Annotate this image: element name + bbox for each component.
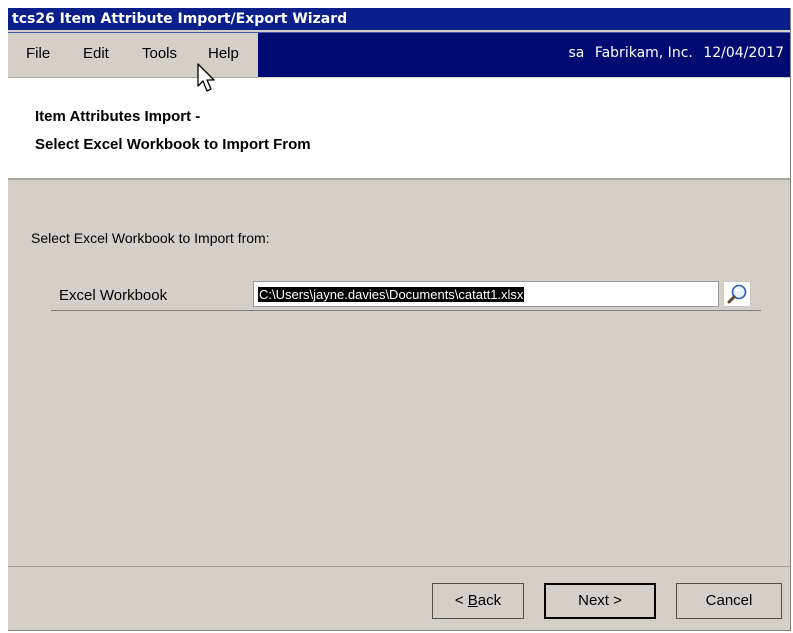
window-title: tcs26 Item Attribute Import/Export Wizar… [8, 8, 790, 30]
company-name: Fabrikam, Inc. [594, 45, 693, 61]
lookup-button[interactable] [723, 281, 751, 307]
menu-edit[interactable]: Edit [83, 45, 109, 62]
wizard-window: tcs26 Item Attribute Import/Export Wizar… [8, 8, 791, 631]
user-name: sa [568, 45, 585, 61]
menu-tools[interactable]: Tools [142, 45, 177, 62]
back-button-mnemonic: B [467, 592, 478, 609]
header-title-line1: Item Attributes Import - [35, 108, 201, 125]
excel-workbook-row: Excel Workbook C:\Users\jayne.davies\Doc… [51, 280, 761, 311]
menu-help[interactable]: Help [208, 45, 239, 62]
menu-group: File Edit Tools Help [8, 33, 258, 78]
header-title-line2: Select Excel Workbook to Import From [35, 136, 311, 153]
excel-workbook-value: C:\Users\jayne.davies\Documents\catatt1.… [258, 287, 525, 302]
select-prompt: Select Excel Workbook to Import from: [31, 230, 270, 246]
back-button[interactable]: < Back [432, 583, 524, 619]
wizard-header: Item Attributes Import - Select Excel Wo… [8, 78, 790, 180]
user-info: sa Fabrikam, Inc. 12/04/2017 [563, 45, 785, 61]
menu-bar: File Edit Tools Help sa Fabrikam, Inc. 1… [8, 32, 790, 78]
mouse-pointer-icon [197, 63, 215, 92]
button-separator [8, 566, 790, 567]
next-button[interactable]: Next > [544, 583, 656, 619]
magnifier-icon [727, 284, 747, 304]
excel-workbook-label: Excel Workbook [59, 287, 168, 304]
user-date: 12/04/2017 [703, 45, 784, 61]
menu-file[interactable]: File [26, 45, 50, 62]
cancel-button[interactable]: Cancel [676, 583, 782, 619]
back-button-prefix: < [454, 592, 468, 609]
back-button-label: ack [477, 592, 502, 609]
excel-workbook-input[interactable]: C:\Users\jayne.davies\Documents\catatt1.… [253, 281, 719, 307]
